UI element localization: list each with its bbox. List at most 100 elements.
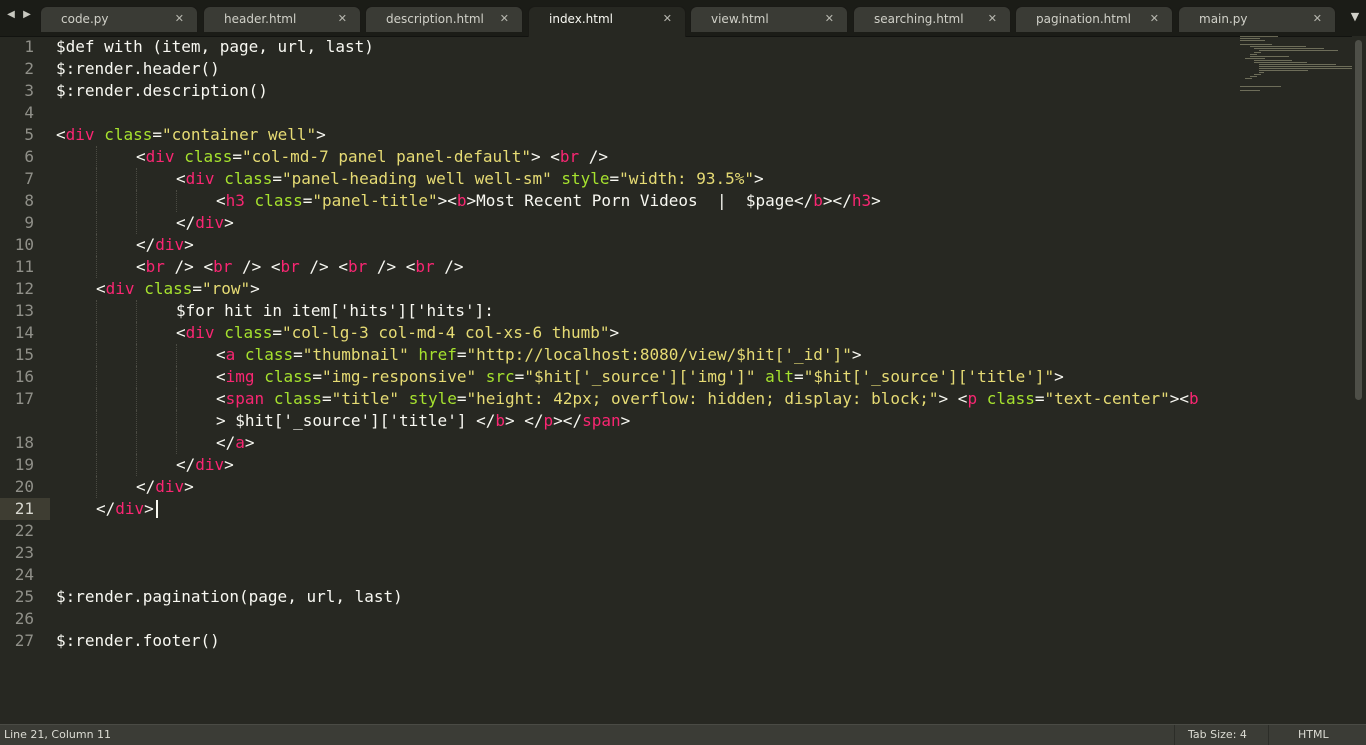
tab-bar: ◀ ▶ code.py ✕ header.html ✕ description.html… bbox=[0, 0, 1366, 37]
line-number: 9 bbox=[24, 213, 34, 232]
status-divider bbox=[1268, 725, 1269, 745]
minimap-line bbox=[1245, 58, 1265, 59]
code-editor[interactable]: 1 $def with (item, page, url, last) 2 $:ren… bbox=[0, 36, 1352, 724]
indent-guide bbox=[96, 388, 97, 410]
code-text: $for hit in item['hits']['hits']: bbox=[176, 300, 494, 322]
code-token: a bbox=[225, 345, 236, 364]
close-icon[interactable]: ✕ bbox=[500, 12, 509, 26]
code-line[interactable]: 4 bbox=[0, 102, 1352, 124]
code-token: b bbox=[456, 191, 467, 210]
code-line[interactable]: 27 $:render.footer() bbox=[0, 630, 1352, 652]
code-token: $for hit in item['hits']['hits']: bbox=[176, 301, 494, 320]
tab-view-html[interactable]: view.html ✕ bbox=[690, 6, 848, 32]
code-line[interactable]: 20 </div> bbox=[0, 476, 1352, 498]
minimap-line bbox=[1254, 62, 1307, 63]
tab-description-html[interactable]: description.html ✕ bbox=[365, 6, 523, 32]
code-token: class bbox=[224, 169, 273, 188]
tab-label: searching.html bbox=[874, 12, 964, 26]
minimap-line bbox=[1254, 52, 1261, 53]
code-line[interactable]: 7 <div class="panel-heading well well-sm"… bbox=[0, 168, 1352, 190]
syntax-indicator[interactable]: HTML bbox=[1298, 728, 1329, 741]
code-line[interactable]: 8 <h3 class="panel-title"><b>Most Recent … bbox=[0, 190, 1352, 212]
code-line[interactable]: 16 <img class="img-responsive" src="$hit[… bbox=[0, 366, 1352, 388]
status-bar: Line 21, Column 11 Tab Size: 4 HTML bbox=[0, 724, 1366, 745]
tab-main-py[interactable]: main.py ✕ bbox=[1178, 6, 1336, 32]
code-token: class bbox=[244, 345, 294, 364]
code-line[interactable]: 17 <span class="title" style="height: 42p… bbox=[0, 388, 1352, 410]
close-icon[interactable]: ✕ bbox=[1150, 12, 1159, 26]
minimap-line bbox=[1254, 60, 1292, 61]
tab-label: main.py bbox=[1199, 12, 1248, 26]
code-text: $:render.footer() bbox=[56, 630, 220, 652]
indent-guide bbox=[96, 234, 97, 256]
tab-index-html[interactable]: index.html ✕ bbox=[528, 6, 686, 37]
tab-header-html[interactable]: header.html ✕ bbox=[203, 6, 361, 32]
code-token: > bbox=[144, 499, 154, 518]
code-token: $:render.header() bbox=[56, 59, 220, 78]
vertical-scrollbar[interactable] bbox=[1352, 36, 1366, 724]
code-token: p bbox=[543, 411, 554, 430]
code-line[interactable]: 10 </div> bbox=[0, 234, 1352, 256]
code-token: class bbox=[224, 323, 273, 342]
triangle-left-icon[interactable]: ◀ bbox=[5, 8, 17, 22]
code-line[interactable]: 19 </div> bbox=[0, 454, 1352, 476]
chevron-down-icon[interactable]: ▼ bbox=[1348, 10, 1362, 24]
code-line[interactable]: 26 bbox=[0, 608, 1352, 630]
code-line[interactable]: 14 <div class="col-lg-3 col-md-4 col-xs-6… bbox=[0, 322, 1352, 344]
minimap[interactable] bbox=[1240, 36, 1366, 106]
code-line[interactable]: 5 <div class="container well"> bbox=[0, 124, 1352, 146]
code-token: "col-lg-3 col-md-4 col-xs-6 thumb" bbox=[282, 323, 610, 342]
close-icon[interactable]: ✕ bbox=[825, 12, 834, 26]
scrollbar-thumb[interactable] bbox=[1355, 40, 1362, 400]
indent-guide bbox=[136, 388, 137, 410]
code-token: < bbox=[176, 323, 186, 342]
indent-guide bbox=[96, 344, 97, 366]
code-line[interactable]: 23 bbox=[0, 542, 1352, 564]
code-token: > bbox=[754, 169, 764, 188]
close-icon[interactable]: ✕ bbox=[663, 12, 672, 26]
close-icon[interactable]: ✕ bbox=[988, 12, 997, 26]
code-token: br bbox=[559, 147, 580, 166]
close-icon[interactable]: ✕ bbox=[338, 12, 347, 26]
code-token: = bbox=[152, 125, 162, 144]
code-line[interactable]: 21 </div> bbox=[0, 498, 1352, 520]
code-token: $def with (item, page, url, last) bbox=[56, 37, 374, 56]
code-line[interactable]: 9 </div> bbox=[0, 212, 1352, 234]
code-line[interactable]: 25 $:render.pagination(page, url, last) bbox=[0, 586, 1352, 608]
tab-pagination-html[interactable]: pagination.html ✕ bbox=[1015, 6, 1173, 32]
code-line[interactable]: 13 $for hit in item['hits']['hits']: bbox=[0, 300, 1352, 322]
code-line[interactable]: 1 $def with (item, page, url, last) bbox=[0, 36, 1352, 58]
code-line[interactable]: 22 bbox=[0, 520, 1352, 542]
tab-searching-html[interactable]: searching.html ✕ bbox=[853, 6, 1011, 32]
code-token: </ bbox=[176, 455, 196, 474]
line-number: 24 bbox=[14, 565, 34, 584]
minimap-line bbox=[1250, 54, 1257, 55]
code-line[interactable]: > $hit['_source']['title'] </b> </p></sp… bbox=[0, 410, 1352, 432]
code-line[interactable]: 24 bbox=[0, 564, 1352, 586]
minimap-line bbox=[1240, 86, 1281, 87]
code-token: < bbox=[136, 257, 146, 276]
tab-code-py[interactable]: code.py ✕ bbox=[40, 6, 198, 32]
code-line[interactable]: 18 </a> bbox=[0, 432, 1352, 454]
line-number: 3 bbox=[24, 81, 34, 100]
indent-guide bbox=[96, 146, 97, 168]
code-line[interactable]: 11 <br /> <br /> <br /> <br /> <br /> bbox=[0, 256, 1352, 278]
close-icon[interactable]: ✕ bbox=[1313, 12, 1322, 26]
line-number: 1 bbox=[24, 37, 34, 56]
code-line[interactable]: 6 <div class="col-md-7 panel panel-defaul… bbox=[0, 146, 1352, 168]
close-icon[interactable]: ✕ bbox=[175, 12, 184, 26]
triangle-right-icon[interactable]: ▶ bbox=[21, 8, 33, 22]
code-token: br bbox=[415, 257, 435, 276]
tab-label: view.html bbox=[711, 12, 769, 26]
tab-size-indicator[interactable]: Tab Size: 4 bbox=[1188, 728, 1247, 741]
code-line[interactable]: 2 $:render.header() bbox=[0, 58, 1352, 80]
code-line[interactable]: 3 $:render.description() bbox=[0, 80, 1352, 102]
indent-guide bbox=[176, 344, 177, 366]
code-token: = bbox=[312, 367, 322, 386]
code-line[interactable]: 15 <a class="thumbnail" href="http://loca… bbox=[0, 344, 1352, 366]
code-line[interactable]: 12 <div class="row"> bbox=[0, 278, 1352, 300]
